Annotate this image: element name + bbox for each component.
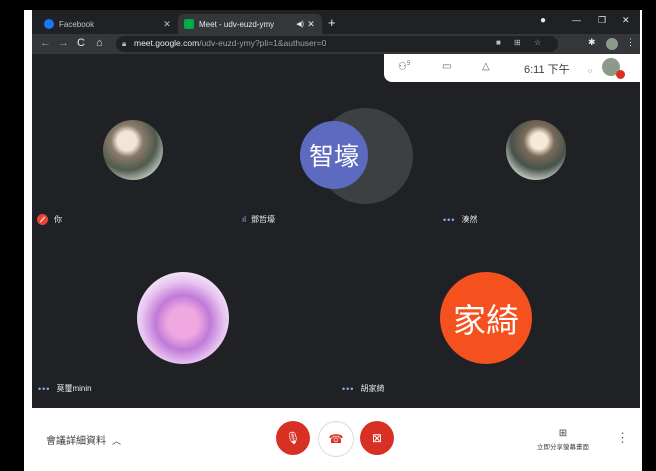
window-frame-right xyxy=(642,0,656,471)
tab-title: Facebook xyxy=(59,19,95,29)
more-options-icon[interactable]: ••• xyxy=(342,384,354,394)
participant-name: 胡家綺 xyxy=(360,384,385,393)
more-options-icon[interactable]: ⋮ xyxy=(616,430,629,446)
mic-toggle-button[interactable]: 🎙︎ xyxy=(276,421,310,455)
browser-toolbar: ← → C ⌂ 🔒︎ meet.google.com/udv-euzd-ymy?… xyxy=(32,34,640,54)
bookmark-star-icon[interactable]: ☆ xyxy=(534,38,541,47)
participant-name: 你 xyxy=(54,215,62,224)
leave-call-button[interactable]: ☎ xyxy=(318,421,354,457)
participant-avatar-initials: 家綺 xyxy=(440,272,532,364)
meeting-clock: 6:11 下午 xyxy=(524,64,570,76)
more-options-icon[interactable]: ••• xyxy=(443,215,455,225)
present-now-button[interactable]: ⊞ 立即分享螢幕畫面 xyxy=(528,428,598,451)
meeting-details-button[interactable]: 會議詳細資料 ︿ xyxy=(46,432,121,447)
meet-icon xyxy=(184,19,194,29)
user-status-icon: ○ xyxy=(588,68,593,75)
minimize-icon[interactable]: — xyxy=(572,15,581,25)
browser-tab-bar: Facebook ✕ Meet - udv-euzd-ymy ◀) ✕ + ● … xyxy=(32,10,640,34)
participant-avatar-4 xyxy=(137,272,229,364)
reload-icon[interactable]: C xyxy=(77,37,85,49)
lock-icon: 🔒︎ xyxy=(122,39,127,48)
meet-video-grid: ⚇5 ▭ △ 6:11 下午 ○ 你 智壕 ıl 鄧哲壕 ••• 湊然 ••• … xyxy=(32,54,640,408)
back-icon[interactable]: ← xyxy=(40,37,51,49)
audio-level-icon: ıl xyxy=(242,215,246,224)
participant-label-4: ••• 莫璽minin xyxy=(38,383,92,394)
participant-avatar-3 xyxy=(506,120,566,180)
people-icon[interactable]: ⚇5 xyxy=(398,61,410,72)
participant-name: 莫璽minin xyxy=(56,384,92,393)
participant-name: 鄧哲壕 xyxy=(251,215,275,224)
tab-title: Meet - udv-euzd-ymy xyxy=(199,19,275,29)
more-options-icon[interactable]: ••• xyxy=(38,384,50,394)
tab-facebook[interactable]: Facebook ✕ xyxy=(38,14,178,34)
close-tab-icon[interactable]: ✕ xyxy=(306,19,316,30)
participant-label-2: ıl 鄧哲壕 xyxy=(242,214,275,225)
extensions-icon[interactable]: ✱ xyxy=(588,37,596,48)
activities-icon[interactable]: △ xyxy=(482,61,490,72)
participant-avatar-you xyxy=(103,120,163,180)
profile-circle-icon[interactable]: ● xyxy=(540,15,546,26)
notification-badge xyxy=(616,70,625,79)
restore-icon[interactable]: ❐ xyxy=(598,15,606,26)
camera-indicator-icon[interactable]: ■ xyxy=(496,38,501,47)
close-window-icon[interactable]: ✕ xyxy=(622,15,630,26)
facebook-icon xyxy=(44,19,54,29)
address-bar[interactable]: 🔒︎ meet.google.com/udv-euzd-ymy?pli=1&au… xyxy=(116,36,558,52)
new-tab-button[interactable]: + xyxy=(328,16,336,29)
mic-off-icon: 🎙︎ xyxy=(285,431,301,445)
profile-avatar[interactable] xyxy=(606,38,618,50)
participant-label-3: ••• 湊然 xyxy=(443,214,477,225)
hang-up-icon: ☎ xyxy=(328,432,344,446)
browser-menu-icon[interactable]: ⋮ xyxy=(626,37,635,48)
chevron-up-icon: ︿ xyxy=(112,436,122,446)
home-icon[interactable]: ⌂ xyxy=(96,37,103,49)
camera-toggle-button[interactable]: ⊠ xyxy=(360,421,394,455)
participant-label-5: ••• 胡家綺 xyxy=(342,383,384,394)
chat-icon[interactable]: ▭ xyxy=(442,61,451,72)
camera-off-icon: ⊠ xyxy=(371,431,383,445)
present-screen-icon: ⊞ xyxy=(558,428,568,439)
mic-muted-icon xyxy=(37,214,48,225)
translate-icon[interactable]: ⊞ xyxy=(514,38,521,47)
participant-avatar-initials: 智壕 xyxy=(300,121,368,189)
speaker-icon[interactable]: ◀) xyxy=(296,20,304,28)
present-now-label: 立即分享螢幕畫面 xyxy=(537,444,589,451)
meet-top-info-panel: ⚇5 ▭ △ 6:11 下午 ○ xyxy=(384,54,640,82)
meeting-control-bar: 會議詳細資料 ︿ 🎙︎ ☎ ⊠ ⊞ 立即分享螢幕畫面 ⋮ xyxy=(32,408,640,464)
participant-label-you: 你 xyxy=(37,214,62,225)
window-frame-left xyxy=(0,0,24,471)
tab-meet[interactable]: Meet - udv-euzd-ymy ◀) ✕ xyxy=(178,14,322,34)
close-tab-icon[interactable]: ✕ xyxy=(162,19,172,30)
participant-name: 湊然 xyxy=(461,215,478,224)
url-text: meet.google.com/udv-euzd-ymy?pli=1&authu… xyxy=(134,38,327,48)
meeting-details-label: 會議詳細資料 xyxy=(46,436,106,447)
forward-icon[interactable]: → xyxy=(58,37,69,49)
window-frame-top xyxy=(0,0,656,10)
